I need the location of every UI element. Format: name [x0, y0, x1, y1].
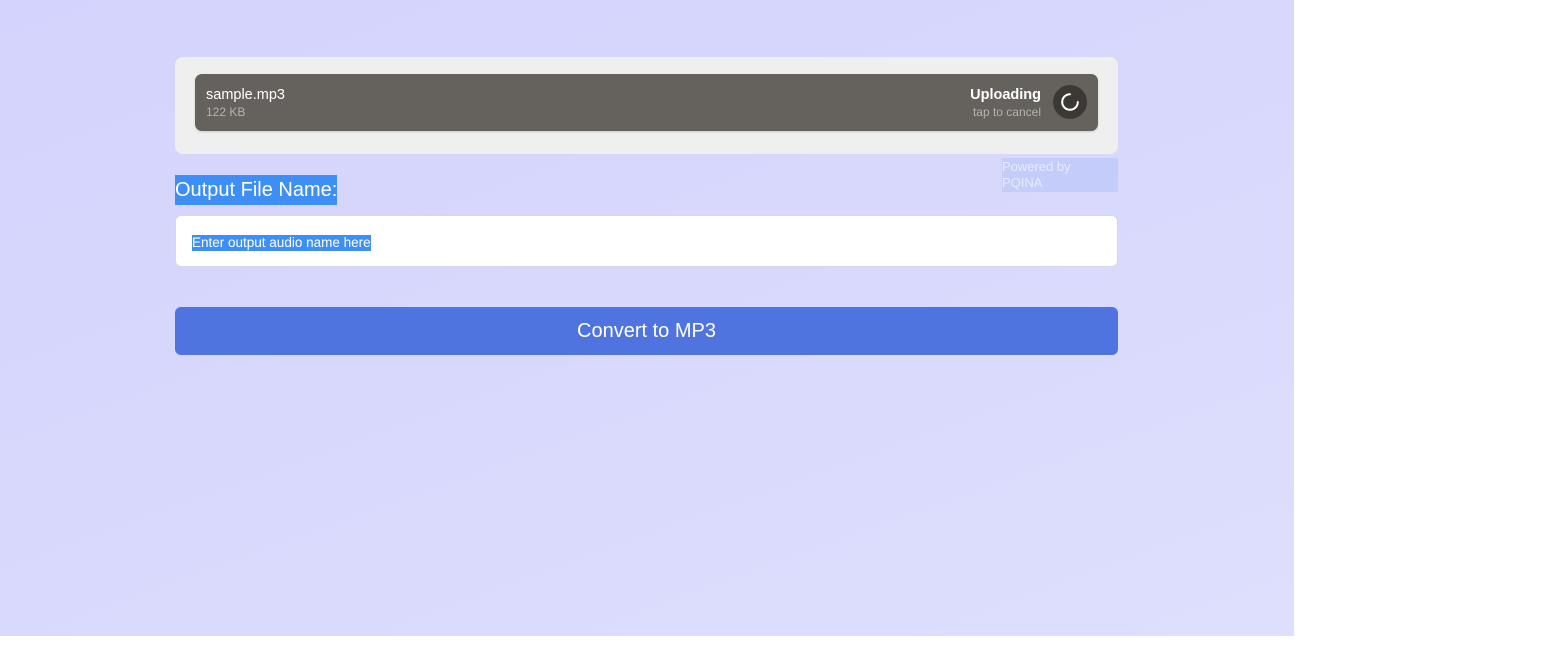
- convert-to-mp3-button[interactable]: Convert to MP3: [175, 307, 1118, 355]
- powered-by-link[interactable]: Powered by PQINA: [1002, 158, 1118, 192]
- file-name: sample.mp3: [206, 87, 285, 103]
- output-file-name-label: Output File Name:: [175, 175, 338, 205]
- file-size: 122 KB: [206, 105, 246, 119]
- loading-spinner-icon[interactable]: [1053, 85, 1087, 119]
- converter-form: sample.mp3 122 KB Uploading tap to cance…: [175, 57, 1118, 355]
- upload-status: Uploading: [970, 87, 1041, 103]
- output-file-name-placeholder: Enter output audio name here: [192, 235, 371, 251]
- output-file-name-input[interactable]: Enter output audio name here: [175, 215, 1118, 267]
- file-upload-dropzone[interactable]: sample.mp3 122 KB Uploading tap to cance…: [175, 57, 1118, 154]
- uploading-file-item[interactable]: sample.mp3 122 KB Uploading tap to cance…: [195, 74, 1098, 131]
- upload-cancel-hint: tap to cancel: [972, 105, 1041, 119]
